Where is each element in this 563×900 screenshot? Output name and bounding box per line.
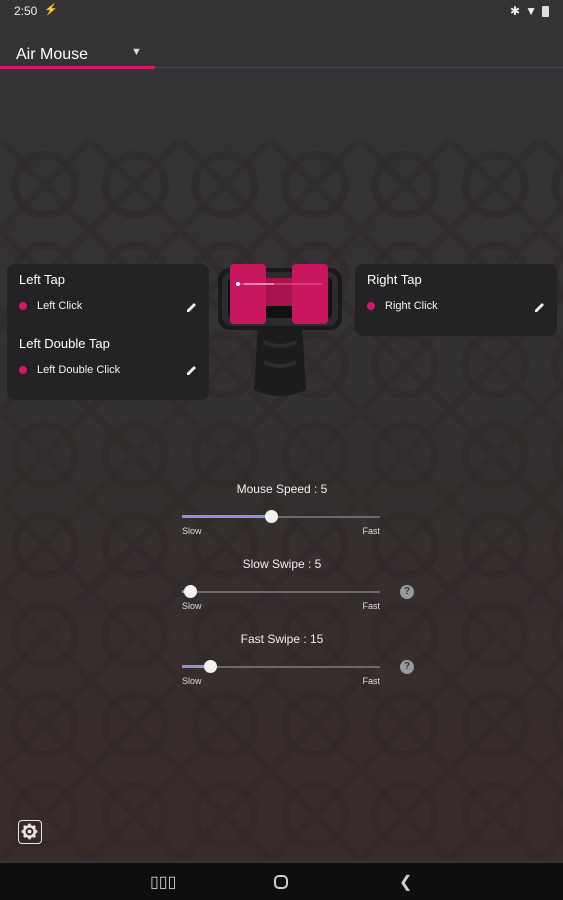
slow-swipe-label: Slow Swipe : 5	[242, 557, 322, 571]
mouse-speed-label: Mouse Speed : 5	[236, 482, 328, 496]
active-underline	[0, 66, 155, 69]
left-double-tap-action-label: Left Double Click	[37, 364, 121, 376]
right-tap-title: Right Tap	[367, 272, 422, 287]
status-bar: 2:50 ⚡ ✱ ▼	[0, 0, 563, 22]
fast-label: Fast	[362, 676, 380, 686]
mouse-speed-slider[interactable]: Mouse Speed : 5 Slow Fast	[182, 482, 382, 542]
slider-track[interactable]	[182, 591, 380, 593]
recents-icon[interactable]: ▯▯▯	[150, 872, 176, 892]
wifi-icon: ▼	[525, 4, 537, 18]
slow-label: Slow	[182, 676, 202, 686]
slow-label: Slow	[182, 526, 202, 536]
slow-swipe-slider[interactable]: Slow Swipe : 5 Slow Fast	[182, 557, 382, 617]
battery-icon	[542, 5, 549, 17]
settings-button[interactable]	[18, 820, 42, 844]
watch-illustration	[218, 264, 342, 396]
fast-swipe-label: Fast Swipe : 15	[240, 632, 324, 646]
right-tap-action[interactable]: Right Click	[367, 300, 438, 312]
left-gesture-card: Left Tap Left Click Left Double Tap Left…	[7, 264, 209, 400]
dropdown-caret-icon[interactable]: ▼	[131, 46, 142, 58]
mode-selector[interactable]: Air Mouse ▼	[0, 40, 563, 70]
help-icon[interactable]: ?	[400, 660, 414, 674]
bullet-dot	[19, 302, 27, 310]
home-icon[interactable]	[273, 874, 289, 890]
gear-icon	[21, 823, 38, 840]
notification-icon: ⚡	[44, 4, 58, 16]
left-tap-action[interactable]: Left Click	[19, 300, 82, 312]
right-tap-action-label: Right Click	[385, 300, 438, 312]
fast-swipe-slider[interactable]: Fast Swipe : 15 Slow Fast	[182, 632, 382, 692]
system-icons: ✱ ▼	[510, 4, 549, 18]
left-double-tap-action[interactable]: Left Double Click	[19, 364, 120, 376]
left-tap-title: Left Tap	[19, 272, 66, 287]
pencil-icon[interactable]	[186, 301, 198, 313]
left-double-tap-title: Left Double Tap	[19, 336, 110, 351]
fast-label: Fast	[362, 526, 380, 536]
fast-label: Fast	[362, 601, 380, 611]
mode-dropdown-label[interactable]: Air Mouse	[16, 46, 88, 64]
right-gesture-card: Right Tap Right Click	[355, 264, 557, 336]
slider-thumb[interactable]	[265, 510, 278, 523]
slider-thumb[interactable]	[204, 660, 217, 673]
pencil-icon[interactable]	[186, 364, 198, 376]
left-tap-action-label: Left Click	[37, 300, 83, 312]
pencil-icon[interactable]	[534, 301, 546, 313]
help-icon[interactable]: ?	[400, 585, 414, 599]
slider-thumb[interactable]	[184, 585, 197, 598]
slider-fill	[182, 515, 271, 518]
slow-label: Slow	[182, 601, 202, 611]
bluetooth-icon: ✱	[510, 4, 521, 18]
system-nav-bar: ▯▯▯ ❮	[0, 863, 563, 900]
bullet-dot	[367, 302, 375, 310]
status-time: 2:50	[14, 4, 38, 18]
bullet-dot	[19, 366, 27, 374]
back-icon[interactable]: ❮	[399, 872, 412, 892]
